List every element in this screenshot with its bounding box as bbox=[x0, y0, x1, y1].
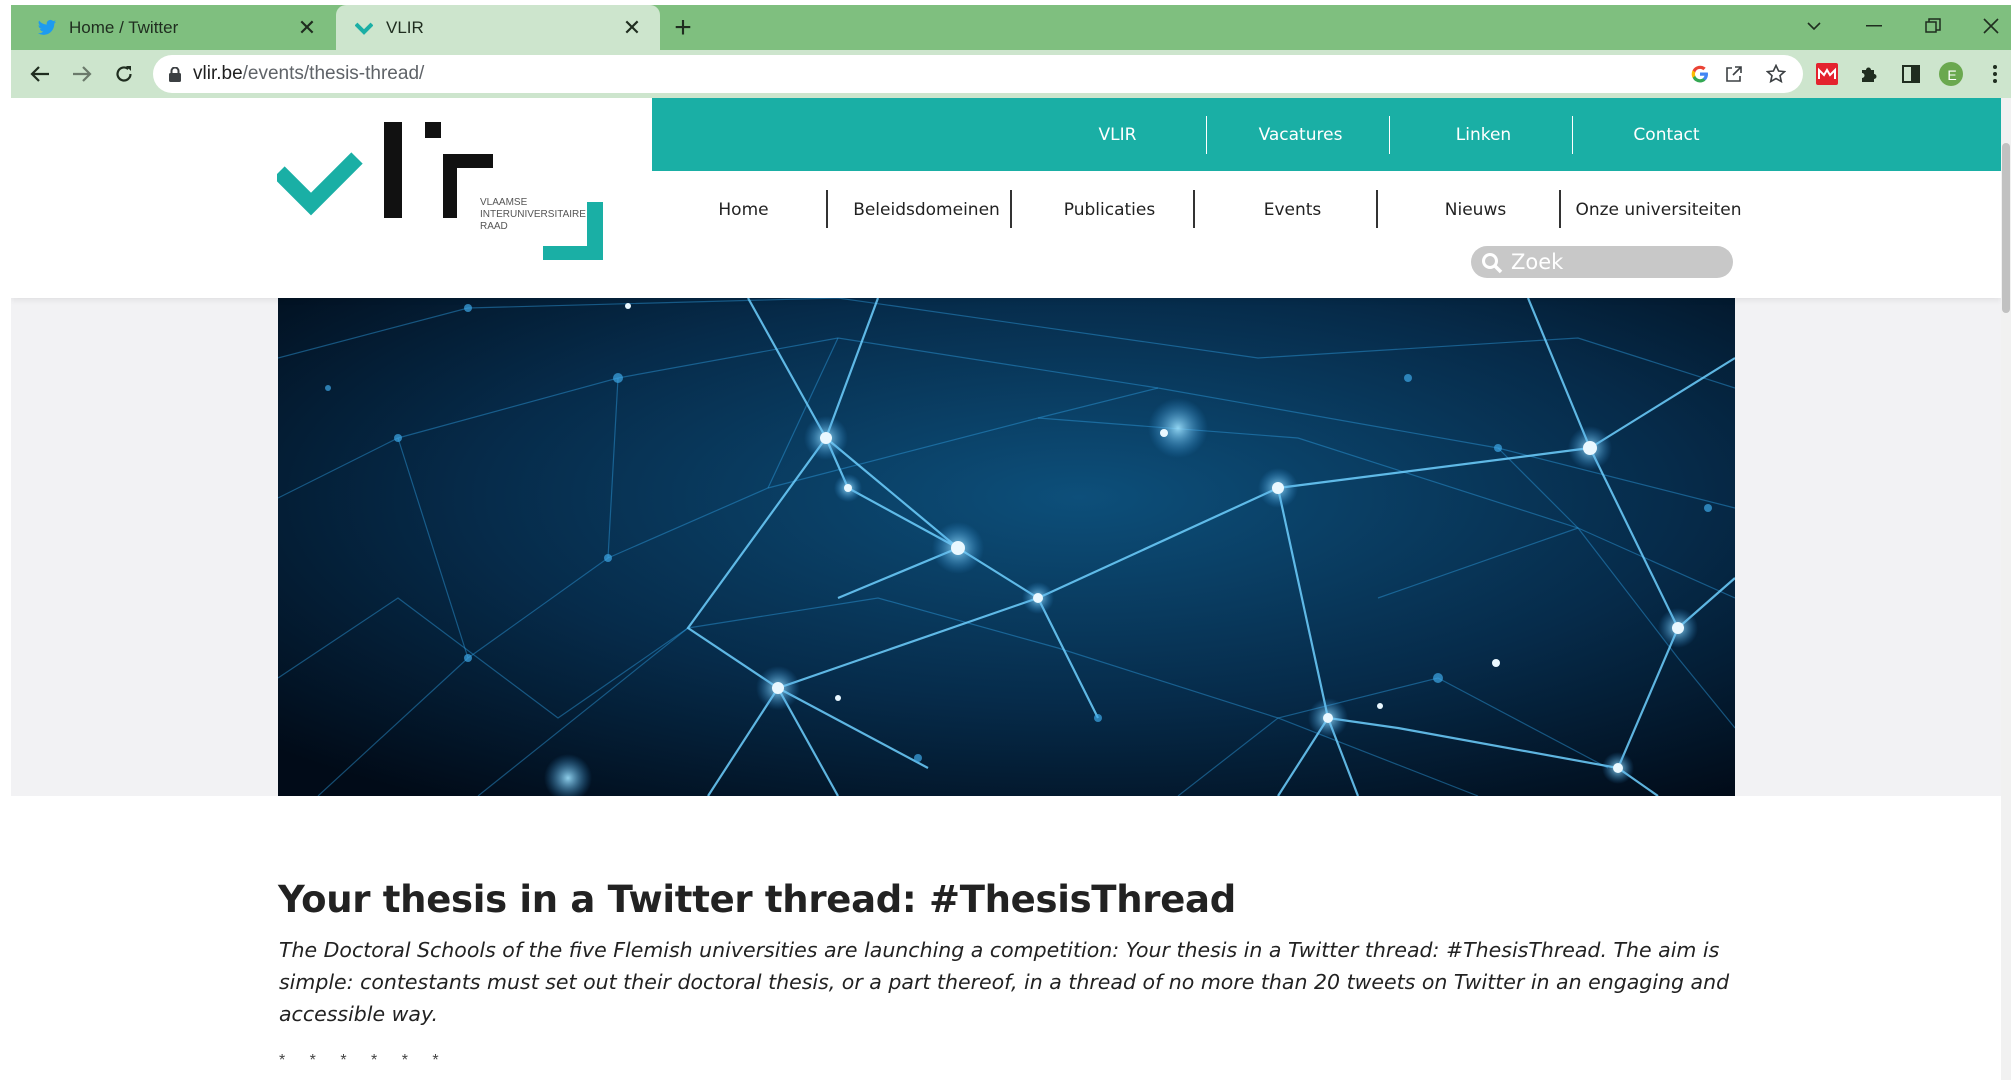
profile-initial: E bbox=[1947, 67, 1957, 83]
article-intro: The Doctoral Schools of the five Flemish… bbox=[279, 938, 1730, 1026]
site-header: VLAAMSE INTERUNIVERSITAIRE RAAD VLIR Vac… bbox=[11, 98, 2001, 298]
topnav-vlir[interactable]: VLIR bbox=[1026, 98, 1209, 171]
mainnav-events[interactable]: Events bbox=[1201, 190, 1384, 230]
close-tab-icon[interactable]: ✕ bbox=[620, 15, 644, 40]
tab-title: Home / Twitter bbox=[69, 17, 179, 37]
tab-title: VLIR bbox=[386, 17, 424, 37]
mainnav-nieuws[interactable]: Nieuws bbox=[1384, 190, 1567, 230]
scrollbar-thumb[interactable] bbox=[2002, 143, 2010, 313]
url-text: vlir.be/events/thesis-thread/ bbox=[193, 63, 424, 85]
restore-icon[interactable] bbox=[1913, 11, 1953, 41]
search-placeholder: Zoek bbox=[1511, 250, 1564, 274]
page-scrollbar[interactable] bbox=[2001, 98, 2011, 1080]
bookmark-star-icon[interactable] bbox=[1765, 63, 1787, 85]
search-icon bbox=[1481, 252, 1503, 279]
browser-window: Home / Twitter ✕ VLIR ✕ + vlir.be/events… bbox=[0, 0, 2011, 1080]
tab-strip: Home / Twitter ✕ VLIR ✕ + bbox=[11, 5, 2011, 50]
extensions-puzzle-icon[interactable] bbox=[1857, 62, 1881, 86]
tab-search-chevron-icon[interactable] bbox=[1794, 11, 1834, 41]
topnav-linken[interactable]: Linken bbox=[1392, 98, 1575, 171]
top-navigation: VLIR Vacatures Linken Contact bbox=[652, 98, 2001, 171]
tab-vlir[interactable]: VLIR ✕ bbox=[336, 5, 660, 50]
mainnav-onze-universiteiten[interactable]: Onze universiteiten bbox=[1567, 190, 1750, 230]
topnav-contact[interactable]: Contact bbox=[1575, 98, 1758, 171]
page-title: Your thesis in a Twitter thread: #Thesis… bbox=[278, 878, 1236, 921]
profile-avatar[interactable]: E bbox=[1939, 62, 1963, 86]
site-search-input[interactable]: Zoek bbox=[1471, 246, 1733, 278]
mainnav-publicaties[interactable]: Publicaties bbox=[1018, 190, 1201, 230]
topnav-separator bbox=[1572, 116, 1573, 154]
mainnav-separator bbox=[826, 190, 828, 228]
google-icon[interactable] bbox=[1689, 63, 1711, 85]
mainnav-separator bbox=[1010, 190, 1012, 228]
mainnav-separator bbox=[1193, 190, 1195, 228]
logo-line-2: INTERUNIVERSITAIRE bbox=[480, 209, 586, 220]
extension-red-icon[interactable] bbox=[1815, 62, 1839, 86]
vlir-logo[interactable]: VLAAMSE INTERUNIVERSITAIRE RAAD bbox=[273, 118, 647, 268]
topnav-separator bbox=[1389, 116, 1390, 154]
logo-line-3: RAAD bbox=[480, 221, 508, 232]
mainnav-beleidsdomeinen[interactable]: Beleidsdomeinen bbox=[835, 190, 1018, 230]
mainnav-separator bbox=[1559, 190, 1561, 228]
vlir-check-icon bbox=[354, 18, 374, 38]
new-tab-button[interactable]: + bbox=[667, 11, 699, 44]
twitter-bird-icon bbox=[37, 18, 57, 38]
mainnav-separator bbox=[1376, 190, 1378, 228]
url-host: vlir.be bbox=[193, 63, 243, 84]
page-viewport: VLAAMSE INTERUNIVERSITAIRE RAAD VLIR Vac… bbox=[11, 98, 2001, 1080]
browser-toolbar: vlir.be/events/thesis-thread/ E bbox=[11, 50, 2011, 98]
address-bar[interactable]: vlir.be/events/thesis-thread/ bbox=[153, 55, 1803, 93]
back-icon[interactable] bbox=[25, 59, 55, 89]
reload-icon[interactable] bbox=[109, 59, 139, 89]
logo-line-1: VLAAMSE bbox=[480, 197, 528, 208]
close-window-icon[interactable] bbox=[1971, 11, 2011, 41]
side-panel-icon[interactable] bbox=[1899, 62, 1923, 86]
minimize-icon[interactable] bbox=[1854, 11, 1894, 41]
forward-icon[interactable] bbox=[67, 59, 97, 89]
topnav-separator bbox=[1206, 116, 1207, 154]
share-icon[interactable] bbox=[1723, 63, 1745, 85]
topnav-vacatures[interactable]: Vacatures bbox=[1209, 98, 1392, 171]
tab-twitter[interactable]: Home / Twitter ✕ bbox=[11, 5, 335, 50]
menu-kebab-icon[interactable] bbox=[1983, 62, 2007, 86]
window-edge bbox=[0, 0, 11, 1080]
lock-icon bbox=[169, 66, 181, 87]
section-separator: * * * * * * bbox=[279, 1052, 449, 1069]
url-path: /events/thesis-thread/ bbox=[242, 63, 425, 84]
mainnav-home[interactable]: Home bbox=[652, 190, 835, 230]
close-tab-icon[interactable]: ✕ bbox=[295, 15, 319, 40]
hero-network-image bbox=[278, 298, 1735, 796]
